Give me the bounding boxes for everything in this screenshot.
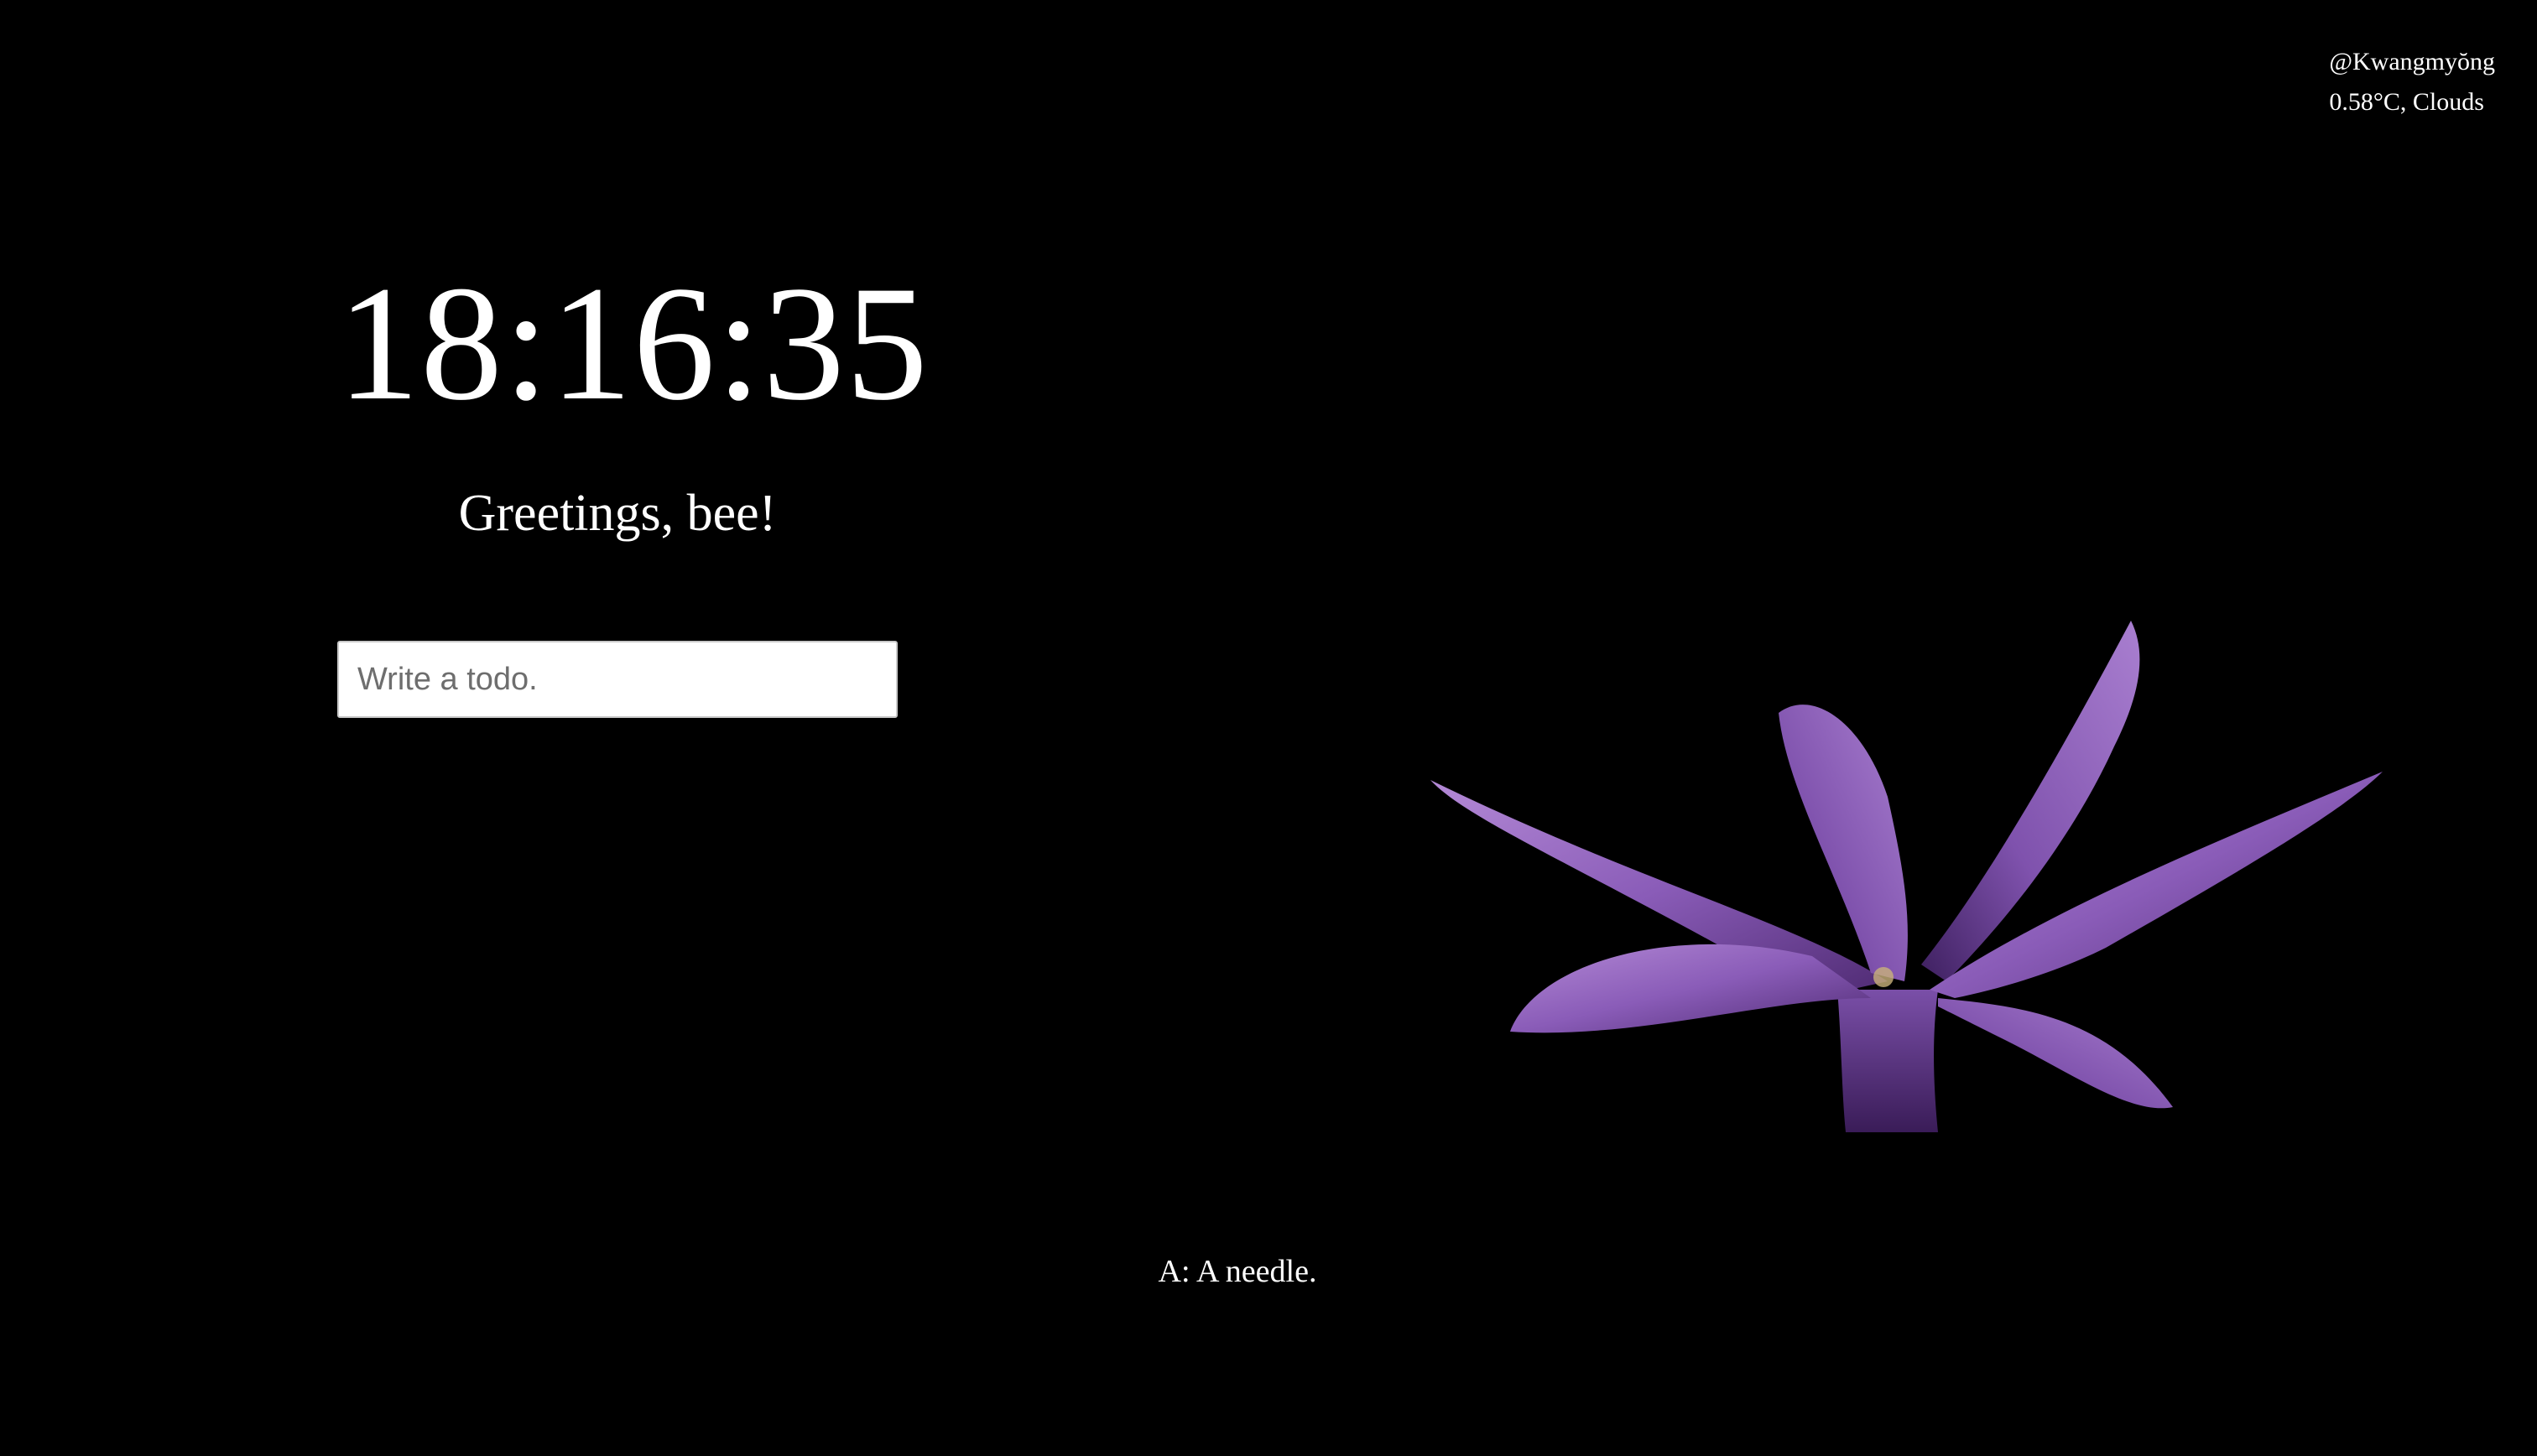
flower-stamen — [1873, 967, 1894, 987]
weather-widget: @Kwangmyŏng 0.58°C, Clouds — [2329, 42, 2495, 122]
todo-form — [337, 641, 898, 718]
flower-background-image — [1430, 621, 2383, 1132]
todo-input[interactable] — [337, 641, 898, 718]
flower-petal-lower-right — [1938, 998, 2173, 1109]
weather-condition: 0.58°C, Clouds — [2329, 88, 2484, 116]
clock-display: 18:16:35 — [337, 252, 929, 434]
flower-stem — [1837, 990, 1938, 1132]
weather-location: @Kwangmyŏng — [2329, 48, 2495, 75]
greeting-text: Greetings, bee! — [458, 485, 777, 542]
quote-text: A: A needle. — [1158, 1254, 1317, 1289]
